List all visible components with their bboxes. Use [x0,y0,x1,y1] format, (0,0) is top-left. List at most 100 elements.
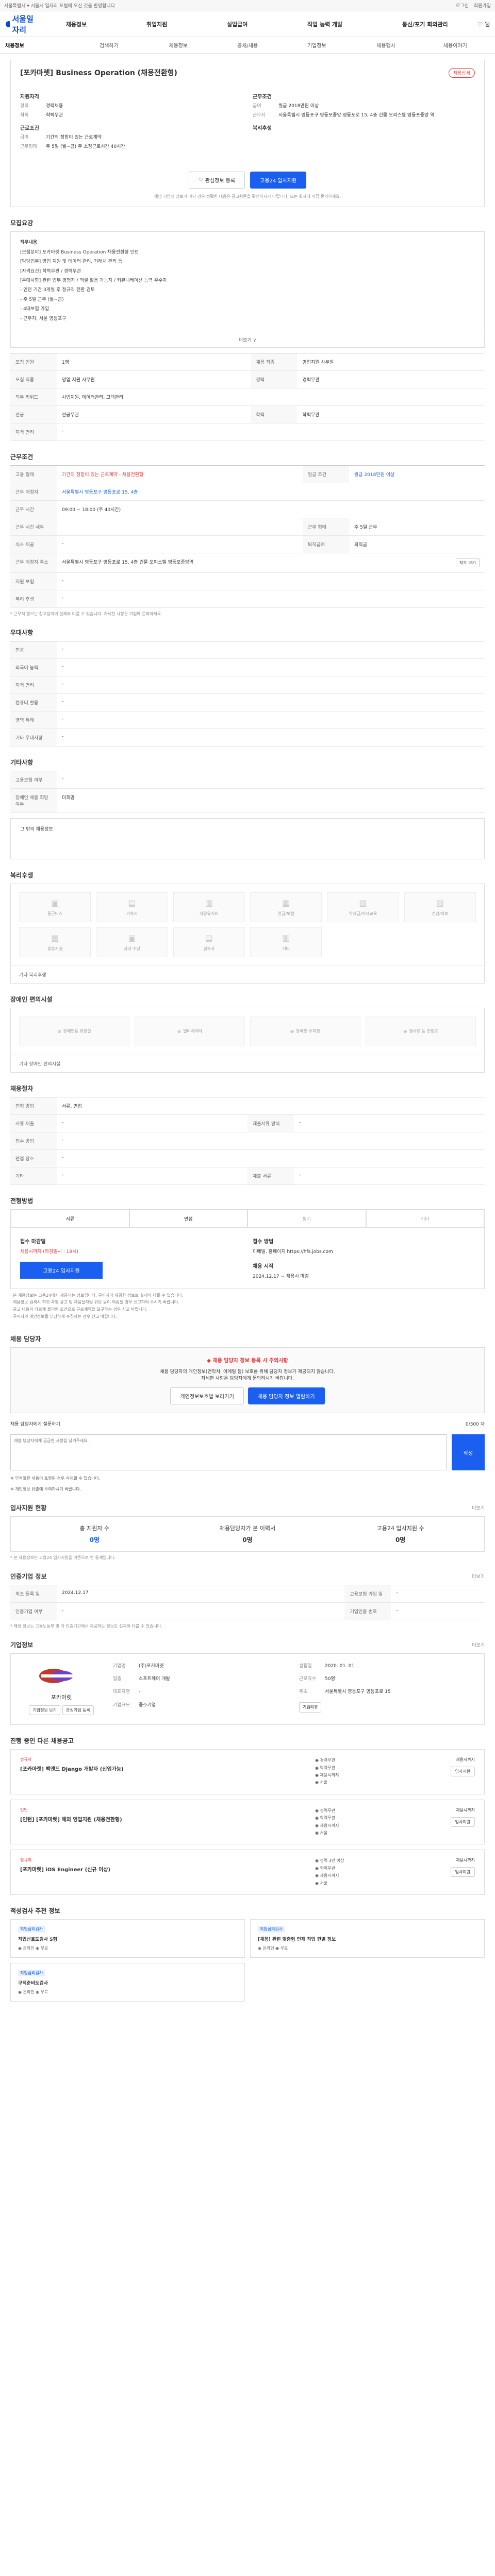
section-title-prefer: 우대사항 [10,629,34,636]
row-value: 09:00 ~ 18:00 (주 40시간) [57,500,485,518]
recruit-more-link[interactable]: 더보기 ∨ [11,331,484,347]
left-summary: 지원자격 경력 경력채용 학력 학력무관 근로조건 급여 기간의 정함이 있는 근로계… [20,87,242,152]
row-value: - [57,1114,248,1132]
apply-button[interactable]: 고용24 입사지원 [250,172,307,189]
tab-interview[interactable]: 면접 [129,1209,248,1227]
company-info-button[interactable]: 기업정보 보기 [29,1705,60,1716]
job-deadline: 채용시까지 [456,1858,475,1863]
row-value: - [57,1149,485,1167]
child-icon: ▣ [128,933,136,943]
char-count: 0/300 자 [465,1422,485,1428]
subnav-item[interactable]: 검색하기 [74,41,143,49]
list-item[interactable]: 인턴 [인턴] [포카마렛] 해외 영업지원 (채용전환형) ◉ 경력무관 ◉ 학력… [10,1799,485,1845]
welfare-item: ▥ 기타 [250,927,322,957]
job-link[interactable]: [포카마렛] 백엔드 Django 개발자 (신입가능) [20,1765,315,1772]
privacy-law-button[interactable]: 개인정보보호법 보러가기 [170,1387,244,1405]
list-item[interactable]: 직업심리검사 직업선호도검사 S형 ◉ 온라인 ◉ 무료 [10,1919,245,1958]
list-item[interactable]: 직업심리검사 [채용] 관련 맞춤형 인재 직업 판별 정보 ◉ 온라인 ◉ 무료 [250,1919,485,1958]
consult-alert: ◆ 채용 담당자 정보 등록 시 주의사항 [207,1358,288,1364]
subnav-item[interactable]: 채용정보 [144,41,213,49]
row-value: 영업 지원 사무원 [57,370,251,388]
label: 근로자수 [299,1676,317,1682]
job-apply-button[interactable]: 입사지원 [450,1767,475,1777]
question-submit-button[interactable]: 작성 [452,1434,485,1471]
value: 기간의 정함이 있는 근로계약 [46,135,102,141]
job-deadline: 채용시까지 [456,1807,475,1812]
welfare-label: 건강/의료 [432,911,449,916]
summary-heading: 근무조건 [253,94,272,100]
job-category: 정규직 [20,1757,32,1762]
favorite-icon[interactable]: ♡ 웹 [478,20,490,28]
cert-more-link[interactable]: 더보기 [472,1573,485,1580]
rec-meta: ◉ 온라인 ◉ 무료 [258,1945,288,1951]
row-value: 서울특별시 영등포구 영등포로 15, 4층 건물 오피스텔 영등포중앙역 지도 … [57,553,485,573]
interest-button[interactable]: ♡ 관심정보 등록 [188,172,245,189]
job-link[interactable]: [인턴] [포카마렛] 해외 영업지원 (채용전환형) [20,1815,315,1823]
deadline-value: 채용시까지 (마감일시 : 19시) [20,1249,78,1255]
subnav-item[interactable]: 기업정보 [282,41,351,49]
elevator-icon: ◎ [177,1029,182,1034]
row-label: 근무 예정지 [10,483,57,501]
list-item[interactable]: 정규직 [포카마렛] iOS Engineer (신규 이상) ◉ 경력 3년 이… [10,1850,485,1895]
row-label: 컴퓨터 활용 [10,693,57,711]
welfare-item: ▣ 통근버스 [19,892,91,922]
rec-title[interactable]: [채용] 관련 맞춤형 인재 직업 판별 정보 [258,1936,477,1942]
row-label: 자격 면허 [10,676,57,694]
method-value: 이메일, 홈페이지 https://hfs.jobs.com [253,1249,333,1255]
welfare-label: 기숙사 [126,911,138,916]
welfare-item: ▩ 휴양시설 [19,927,91,957]
job-apply-button[interactable]: 입사지원 [450,1867,475,1877]
note-line: · 본 채용정보는 고용24에서 제공되는 정보입니다. 구인자가 제공한 정보… [10,1293,184,1298]
consult-check: ※ 개인정보 유출에 주의하시기 바랍니다. [10,1487,81,1492]
health-icon: ▨ [436,897,444,908]
label: 급여 [20,135,29,141]
method-label: 접수 방법 [253,1239,274,1245]
row-label: 식사 제공 [10,535,57,553]
row-value: 주 5일 근무 [349,518,485,536]
nav-item-support[interactable]: 취업지원 [142,20,171,28]
value: 서울특별시 영등포구 영등포로 15 [325,1689,391,1695]
note-line: · 채용정보 검색시 허위·과장 광고 및 채용절차법 위반 등이 의심될 경우… [10,1300,179,1305]
nav-item-training[interactable]: 직업 능력 개발 [303,20,346,28]
view-contact-button[interactable]: 채용 담당자 정보 열람하기 [248,1387,325,1405]
site-logo[interactable]: 서울일자리 [5,13,36,35]
follow-company-button[interactable]: 관심기업 등록 [62,1705,94,1716]
map-button[interactable]: 지도 보기 [456,558,480,567]
value: 서울특별시 영등포구 영등포중앙 영등포로 15, 4층 건물 오피스텔 영등포… [278,112,435,118]
subnav-item[interactable]: 채용행사 [351,41,420,49]
deadline-label: 접수 마감일 [20,1239,46,1245]
nav-item-jobs[interactable]: 채용정보 [62,20,91,28]
tab-document[interactable]: 서류 [11,1209,129,1227]
nav-item-benefits[interactable]: 실업급여 [223,20,252,28]
job-link[interactable]: [포카마렛] iOS Engineer (신규 이상) [20,1865,315,1873]
login-link[interactable]: 로그인 [456,2,469,9]
job-apply-button[interactable]: 입사지원 [450,1817,475,1827]
stats-more-link[interactable]: 더보기 [472,1504,485,1511]
signup-link[interactable]: 회원가입 [474,2,491,9]
recruit-table: 모집 인원 1명 채용 직종 영업지원 사무원 모집 직종 영업 지원 사무원 경력 경력무… [10,352,485,441]
tab-other[interactable]: 기타 [366,1209,484,1227]
company-logo [39,1669,77,1684]
stats-box: 총 지원자 수 0명 채용담당자가 본 이력서 0명 고용24 입사지원 수 0명 [10,1516,485,1552]
apply-submit-button[interactable]: 고용24 입사지원 [20,1261,103,1279]
rec-title[interactable]: 구직준비도검사 [18,1979,237,1986]
recruit-line: - 4대보험 가입 [20,307,50,312]
list-item[interactable]: 직업심리검사 구직준비도검사 ◉ 온라인 ◉ 무료 [10,1962,245,2002]
subnav-item[interactable]: 공채/채용 [213,41,282,49]
rec-title[interactable]: 직업선호도검사 S형 [18,1936,237,1942]
subnav-item[interactable]: 채용이야기 [421,41,490,49]
row-label: 서류 제출 [10,1114,57,1132]
row-value: - [57,771,485,789]
tab-written[interactable]: 필기 [248,1209,366,1227]
company-review-button[interactable]: 기업리뷰 [299,1702,322,1713]
work-footnote: * 근무지 정보는 참고용이며 실제와 다를 수 있습니다. 자세한 사항은 기… [10,611,162,616]
nav-item-meetings[interactable]: 통신/포기 회의관리 [398,20,452,28]
row-label: 경력 [251,370,298,388]
work-table: 고용 형태 기간의 정함이 있는 근로계약 - 채용전환형 임금 조건 월급 2018… [10,465,485,608]
row-value: 월급 2018만원 이상 [349,465,485,483]
company-more-link[interactable]: 더보기 [472,1641,485,1648]
section-title-etc: 기타사항 [10,758,34,766]
question-input[interactable] [10,1434,447,1471]
row-label: 전공 [10,405,57,423]
list-item[interactable]: 정규직 [포카마렛] 백엔드 Django 개발자 (신입가능) ◉ 경력무관 ◉ … [10,1749,485,1794]
